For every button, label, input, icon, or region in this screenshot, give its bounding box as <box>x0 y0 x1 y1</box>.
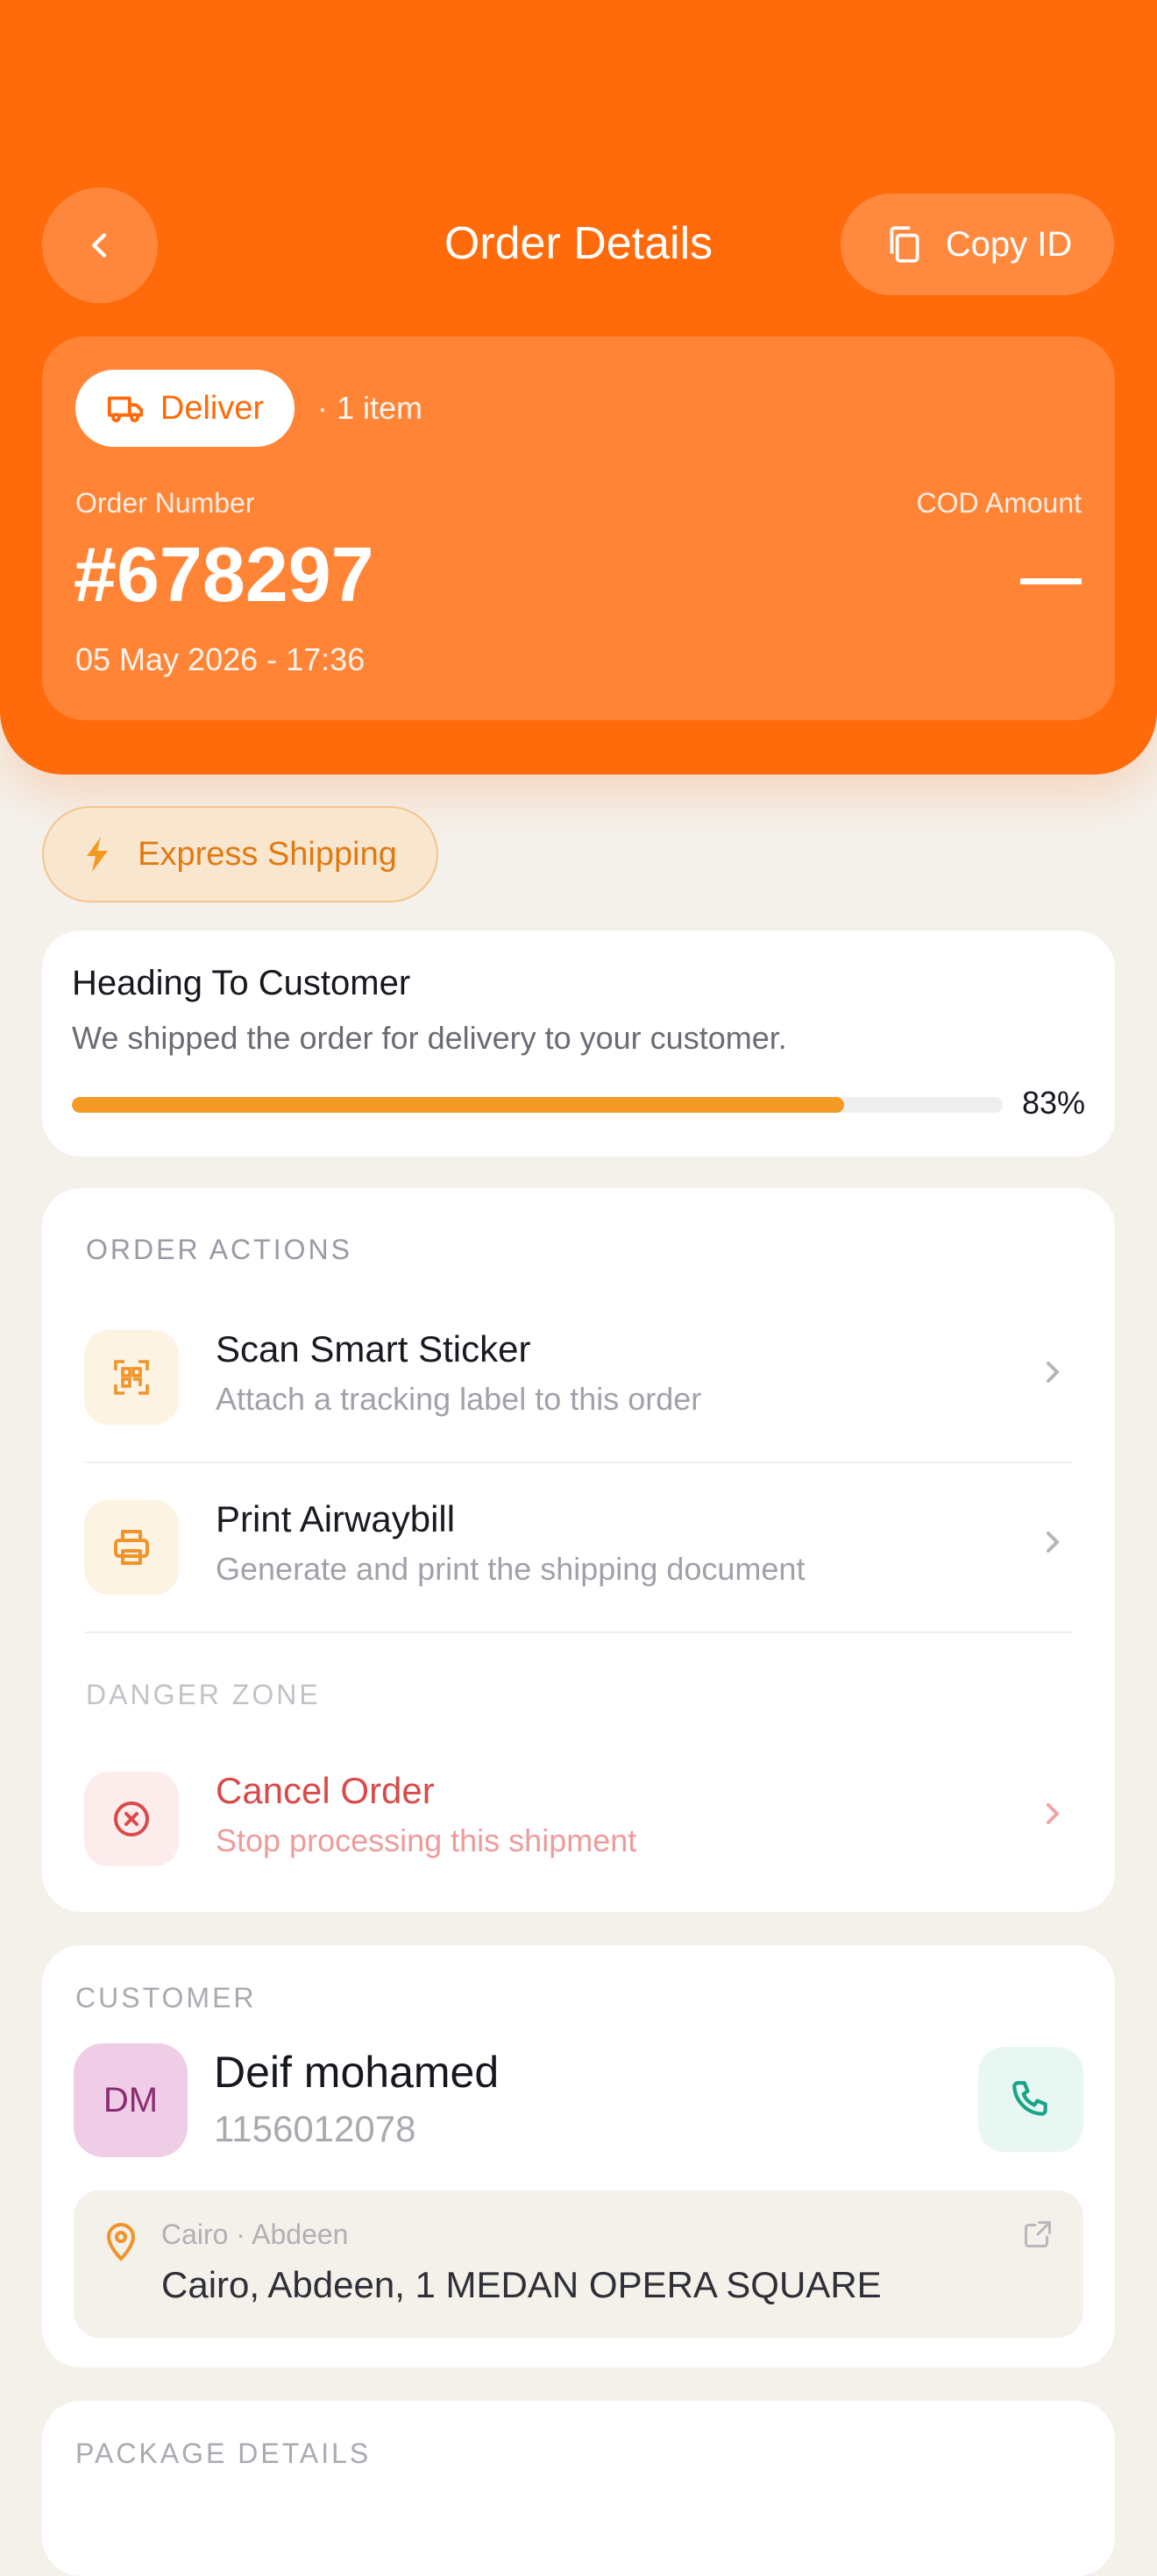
progress-bar <box>72 1097 1003 1113</box>
express-shipping-badge: Express Shipping <box>42 806 438 902</box>
customer-card: CUSTOMER DM Deif mohamed 1156012078 Cair… <box>42 1945 1115 2367</box>
customer-label: CUSTOMER <box>75 1982 257 2013</box>
order-type-badge: Deliver <box>75 370 295 447</box>
scan-smart-sticker-action[interactable]: Scan Smart Sticker Attach a tracking lab… <box>84 1311 1073 1442</box>
status-title: Heading To Customer <box>72 964 411 1002</box>
chevron-right-icon <box>1040 1356 1064 1388</box>
status-description: We shipped the order for delivery to you… <box>72 1020 787 1056</box>
order-date: 05 May 2026 - 17:36 <box>75 641 366 677</box>
order-header: Order Details Copy ID Deliver · 1 item O… <box>0 0 1157 775</box>
back-button[interactable] <box>42 188 158 303</box>
phone-icon <box>1009 2077 1053 2121</box>
express-shipping-label: Express Shipping <box>138 835 397 873</box>
order-number-label: Order Number <box>75 487 255 519</box>
external-link-icon[interactable] <box>1022 2219 1054 2250</box>
progress-fill <box>72 1097 845 1113</box>
location-pin-icon <box>103 2220 138 2262</box>
order-actions-card: ORDER ACTIONS Scan Smart Sticker Attach … <box>42 1188 1115 1912</box>
action-subtitle: Attach a tracking label to this order <box>216 1381 702 1417</box>
copy-icon <box>883 223 926 266</box>
call-button[interactable] <box>978 2047 1083 2152</box>
progress-percent: 83% <box>1021 1085 1085 1121</box>
action-subtitle: Stop processing this shipment <box>216 1822 637 1858</box>
package-details-label: PACKAGE DETAILS <box>75 2438 372 2469</box>
customer-phone: 1156012078 <box>214 2108 416 2149</box>
address-box[interactable]: Cairo · Abdeen Cairo, Abdeen, 1 MEDAN OP… <box>74 2190 1083 2338</box>
order-summary-card: Deliver · 1 item Order Number COD Amount… <box>42 336 1115 720</box>
action-title: Scan Smart Sticker <box>216 1328 531 1369</box>
truck-icon <box>106 388 146 428</box>
order-actions-label: ORDER ACTIONS <box>86 1234 352 1265</box>
lightning-icon <box>83 837 111 872</box>
action-title: Cancel Order <box>216 1770 435 1811</box>
order-type-label: Deliver <box>160 389 265 427</box>
item-count: · 1 item <box>317 390 423 426</box>
x-circle-icon <box>84 1772 179 1866</box>
copy-id-button[interactable]: Copy ID <box>841 194 1114 295</box>
package-details-card: PACKAGE DETAILS <box>42 2401 1115 2576</box>
action-subtitle: Generate and print the shipping document <box>216 1551 806 1587</box>
chevron-right-icon <box>1040 1798 1064 1829</box>
action-title: Print Airwaybill <box>216 1498 456 1539</box>
chevron-right-icon <box>1040 1526 1064 1558</box>
cod-amount-value: — <box>1020 542 1082 611</box>
avatar: DM <box>74 2043 188 2157</box>
divider <box>84 1631 1073 1633</box>
copy-id-label: Copy ID <box>945 224 1073 264</box>
cancel-order-action[interactable]: Cancel Order Stop processing this shipme… <box>84 1752 1073 1884</box>
print-airwaybill-action[interactable]: Print Airwaybill Generate and print the … <box>84 1481 1073 1612</box>
qr-scan-icon <box>84 1330 179 1425</box>
shipment-status-card: Heading To Customer We shipped the order… <box>42 931 1115 1157</box>
divider <box>84 1461 1073 1463</box>
printer-icon <box>84 1500 179 1595</box>
order-number: #678297 <box>74 531 374 618</box>
address-region: Cairo · Abdeen <box>161 2219 349 2250</box>
danger-zone-label: DANGER ZONE <box>86 1679 321 1710</box>
chevron-left-icon <box>82 228 117 263</box>
customer-name: Deif mohamed <box>214 2048 500 2097</box>
cod-amount-label: COD Amount <box>916 487 1082 519</box>
address-line: Cairo, Abdeen, 1 MEDAN OPERA SQUARE <box>161 2264 882 2305</box>
